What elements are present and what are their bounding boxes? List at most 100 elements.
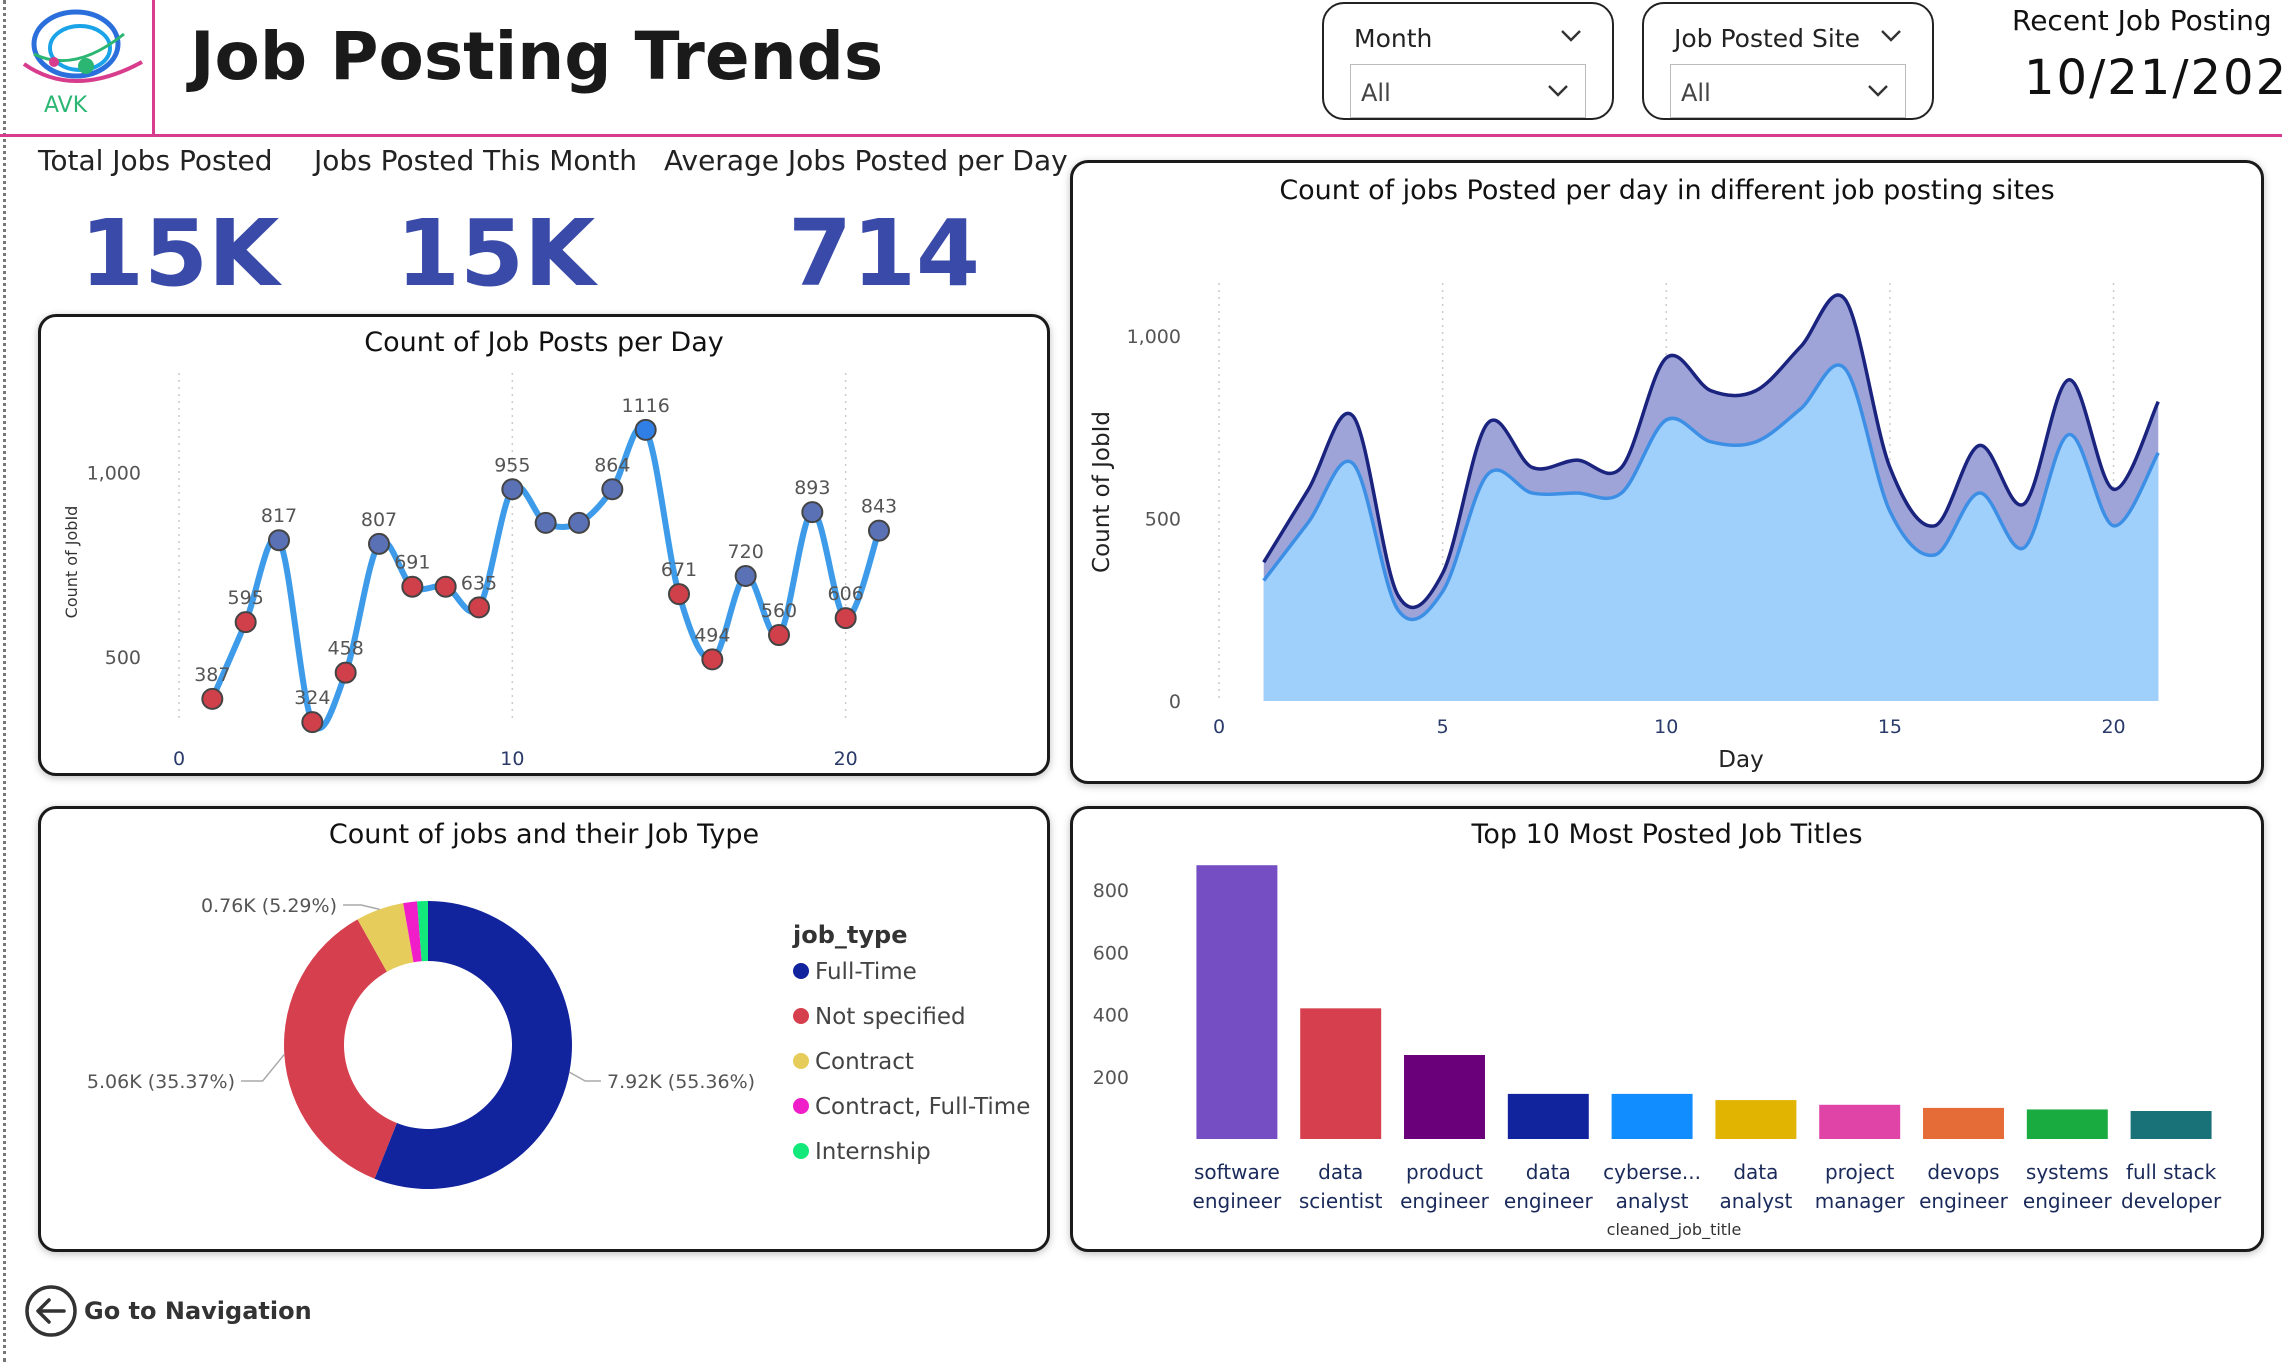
posts-per-day-chart: 010205001,000DayCount of JobId3875958173… [62,373,897,770]
data-point [368,532,390,555]
kpi-total-label: Total Jobs Posted [38,144,273,177]
month-filter[interactable]: Month All [1322,2,1614,120]
data-point [401,575,424,598]
label-leader-line [241,1053,285,1082]
job-type-card: Count of jobs and their Job Type 7.92K (… [38,806,1050,1252]
y-tick-label: 1,000 [1127,326,1181,348]
legend-item[interactable]: Internship [793,1139,931,1165]
kpi-average-value: 714 [788,200,981,307]
data-label: 324 [294,687,330,709]
legend-label: Internship [815,1139,931,1165]
legend-label: Not specified [815,1004,966,1030]
kpi-month-value: 15K [396,200,596,307]
x-tick-label: devops engineer [1919,1160,2009,1213]
chevron-down-icon[interactable] [1558,22,1584,48]
y-axis-label: Count of JobId [1089,411,1115,573]
data-point [301,711,324,734]
legend-title: job_type [793,921,908,949]
legend-label: Contract, Full-Time [815,1094,1031,1120]
x-tick-label: 0 [173,748,185,770]
data-point [468,596,490,619]
legend-dot-icon [793,1097,809,1114]
label-leader-line [569,1071,601,1082]
data-point [268,529,290,552]
data-point [201,687,224,710]
x-tick-label: data engineer [1504,1160,1594,1213]
per-site-card: Count of jobs Posted per day in differen… [1070,160,2264,784]
y-tick-label: 500 [1145,509,1181,531]
legend-item[interactable]: Full-Time [793,959,917,985]
bar [1611,1093,1693,1139]
job-type-chart: 7.92K (55.36%) 5.06K (35.37%) 0.76K (5.29%… [87,895,755,1189]
data-label: 955 [494,454,530,476]
legend-item[interactable]: Contract [793,1049,914,1075]
data-point [534,511,557,534]
legend-item[interactable]: Contract, Full-Time [793,1094,1030,1120]
chevron-down-icon[interactable] [1878,22,1904,48]
top-titles-chart: 200 400 600 800 software engineer data scientis… [1093,865,2222,1240]
series-line [209,423,882,732]
header-divider [152,0,155,134]
go-to-navigation-button[interactable]: Go to Navigation [24,1284,312,1338]
month-filter-value: All [1361,79,1391,107]
data-label: 560 [761,600,797,622]
y-tick-label: 1,000 [87,463,141,485]
page-left-border [3,0,6,1362]
job-posted-site-filter[interactable]: Job Posted Site All [1642,2,1934,120]
y-tick-label: 0 [1169,691,1181,713]
data-label: 691 [394,552,430,574]
kpi-average-label: Average Jobs Posted per Day [664,144,1068,177]
label-leader-line [343,904,380,911]
data-point [634,418,657,441]
x-tick-label: 0 [1213,716,1225,738]
data-point [734,564,757,587]
legend-dot-icon [793,962,809,979]
chevron-down-icon[interactable] [1545,77,1571,103]
data-label: 635 [461,572,497,594]
back-arrow-icon [25,1285,77,1337]
data-point [601,478,624,501]
data-label: 1116 [621,395,669,417]
data-point [434,575,457,598]
x-tick-label: software engineer [1193,1160,1283,1213]
per-site-chart: 0 5 10 15 20 0 500 1,000 Day Count of JobId [1089,283,2160,773]
data-label: 807 [361,509,397,531]
bar [1507,1093,1589,1139]
legend-dot-icon [793,1142,809,1159]
data-label: 843 [861,496,897,518]
x-tick-label: systems engineer [2023,1160,2113,1213]
x-axis-label: Day [1718,747,1763,773]
x-tick-label: 10 [1654,716,1678,738]
data-point [334,661,357,684]
x-tick-label: 10 [500,748,524,770]
logo-text: AVK [44,93,88,118]
data-point [568,511,590,534]
data-point [801,501,824,524]
site-filter-dropdown[interactable]: All [1670,64,1906,118]
legend-item[interactable]: Not specified [793,1004,966,1030]
x-tick-label: 5 [1437,716,1449,738]
kpi-total-value: 15K [80,200,280,307]
x-tick-label: project manager [1815,1160,1906,1213]
x-tick-label: 20 [834,748,858,770]
legend-label: Contract [815,1049,914,1075]
bar [1404,1055,1485,1139]
site-filter-value: All [1681,79,1711,107]
legend-dot-icon [793,1007,809,1024]
recent-job-posting-date: 10/21/2025 [2024,50,2282,106]
bar [1300,1008,1382,1139]
data-point [501,478,524,501]
chevron-down-icon[interactable] [1865,77,1891,103]
x-tick-label: product engineer [1400,1160,1490,1213]
data-label: 0.76K (5.29%) [201,895,337,917]
y-tick-label: 800 [1093,880,1129,902]
data-label: 595 [228,587,264,609]
x-tick-label: 20 [2101,716,2125,738]
data-label: 494 [694,624,730,646]
x-tick-label: data scientist [1299,1160,1383,1213]
page-title: Job Posting Trends [190,18,884,95]
data-point [834,607,857,630]
data-point [768,624,790,647]
header-separator [0,134,2282,137]
month-filter-dropdown[interactable]: All [1350,64,1586,118]
